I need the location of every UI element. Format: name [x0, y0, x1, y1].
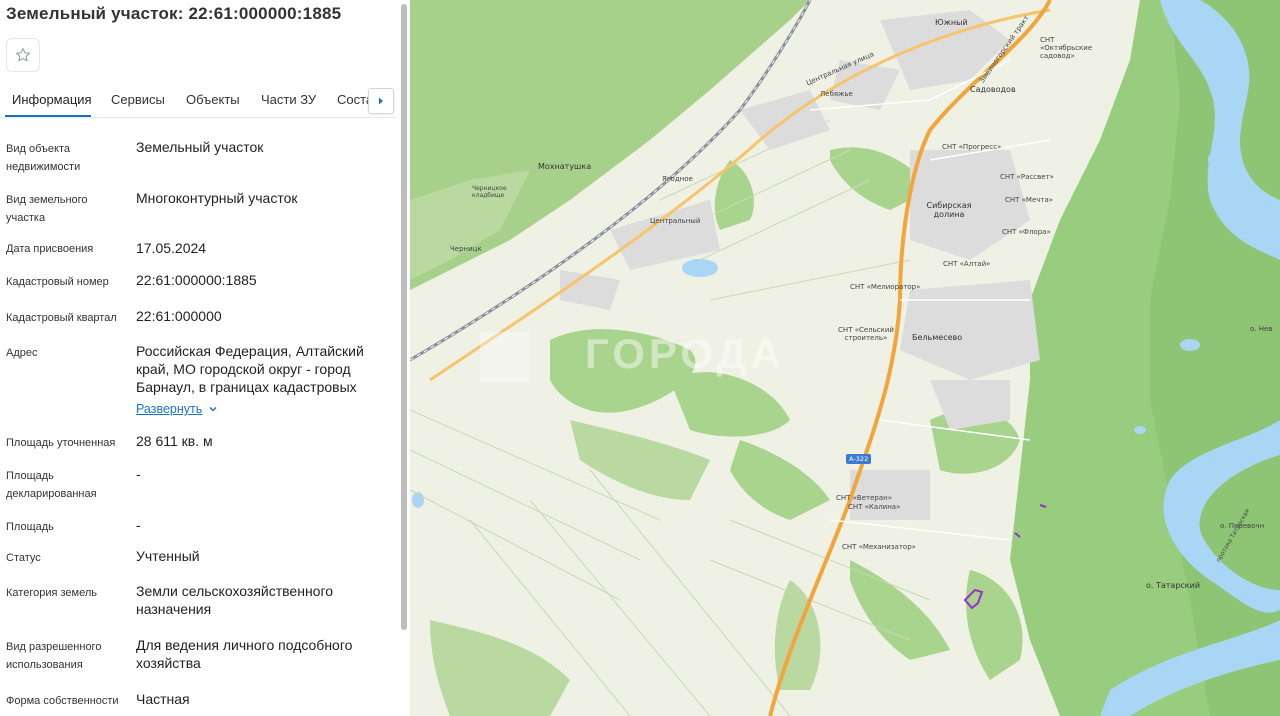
field-value: Земельный участок	[136, 139, 264, 155]
field-value: 17.05.2024	[136, 240, 207, 256]
field-label: Площадь уточненная	[6, 437, 116, 449]
tab-services[interactable]: Сервисы	[111, 92, 165, 107]
map-label: о. Нев	[1250, 325, 1273, 333]
tab-parts[interactable]: Части ЗУ	[261, 92, 316, 107]
field-label: Форма собственности	[6, 695, 119, 707]
map-label: Центральный	[650, 217, 701, 225]
field-label: Дата присвоения	[6, 243, 94, 255]
map-label: Ягодное	[662, 175, 693, 183]
map-label: СНТ «Алтай»	[943, 260, 991, 268]
tab-bar: Информация Сервисы Объекты Части ЗУ Сост…	[0, 84, 396, 118]
field-value: 22:61:000000:1885	[136, 272, 257, 288]
field-value: Частная	[136, 691, 190, 707]
active-tab-indicator	[5, 115, 91, 117]
map-label: Сибирская долина	[926, 201, 972, 219]
field-value: Земли сельскохозяйственного назначения	[136, 583, 334, 617]
map-label: СНТ «Прогресс»	[942, 143, 1002, 151]
chevron-right-icon	[379, 97, 383, 105]
map-label: СНТ «Флора»	[1002, 228, 1051, 236]
map-canvas[interactable]	[410, 0, 1280, 716]
map-label: СНТ «Октябрьские садовод»	[1040, 36, 1093, 60]
field-value: -	[136, 466, 141, 482]
map-label: Садоводов	[970, 85, 1016, 94]
field-value: Многоконтурный участок	[136, 190, 298, 206]
tab-objects[interactable]: Объекты	[186, 92, 240, 107]
star-icon	[15, 48, 31, 62]
highway-shield: А-322	[846, 454, 872, 464]
field-label: Категория земель	[6, 587, 97, 599]
map-label: Лебяжье	[820, 90, 853, 98]
field-label: Вид разрешенного использования	[6, 641, 102, 671]
page-title: Земельный участок: 22:61:000000:1885	[6, 4, 342, 23]
map-label: СНТ «Мечта»	[1005, 196, 1054, 204]
map-label: СНТ «Механизатор»	[842, 543, 916, 551]
tab-information[interactable]: Информация	[12, 92, 92, 107]
field-label: Вид объекта недвижимости	[6, 143, 81, 173]
field-value: 22:61:000000	[136, 308, 222, 324]
map-label: Мохнатушка	[538, 162, 592, 171]
favorite-button[interactable]	[6, 38, 40, 72]
field-label: Кадастровый квартал	[6, 312, 117, 324]
field-value: 28 611 кв. м	[136, 433, 213, 449]
field-label: Кадастровый номер	[6, 276, 109, 288]
map-label: Черницкое кладбище	[472, 185, 507, 199]
map-label: Южный	[935, 18, 968, 27]
field-label: Площадь декларированная	[6, 470, 97, 500]
field-label: Статус	[6, 552, 41, 564]
field-label: Площадь	[6, 521, 54, 533]
map-view[interactable]: ГОРОДА А-322 Южный Садоводов СНТ «Октябр…	[410, 0, 1280, 716]
field-label: Адрес	[6, 347, 38, 359]
map-label: СНТ «Мелиоратор»	[850, 283, 921, 291]
field-label: Вид земельного участка	[6, 194, 88, 224]
map-label: Черницк	[450, 245, 482, 253]
info-panel: Земельный участок: 22:61:000000:1885 Инф…	[0, 0, 410, 716]
watermark-logo	[480, 332, 530, 382]
map-label: СНТ «Сельский строитель»	[838, 326, 894, 342]
map-watermark: ГОРОДА	[585, 330, 785, 377]
map-label: СНТ «Ветеран»	[836, 494, 893, 502]
map-label: СНТ «Рассвет»	[1000, 173, 1054, 181]
expand-label: Развернуть	[136, 402, 203, 416]
map-label: о. Татарский	[1146, 581, 1201, 590]
tabs-scroll-right-button[interactable]	[368, 88, 394, 114]
field-value: Российская Федерация, Алтайский край, МО…	[136, 343, 364, 395]
expand-address-link[interactable]: Развернуть	[136, 402, 218, 416]
map-label: Бельмесево	[912, 333, 963, 342]
panel-scrollbar[interactable]	[401, 4, 407, 630]
field-value: Для ведения личного подсобного хозяйства	[136, 637, 353, 671]
field-value: -	[136, 517, 141, 533]
field-value: Учтенный	[136, 548, 200, 564]
chevron-down-icon	[209, 406, 217, 412]
map-label: СНТ «Калина»	[848, 503, 901, 511]
